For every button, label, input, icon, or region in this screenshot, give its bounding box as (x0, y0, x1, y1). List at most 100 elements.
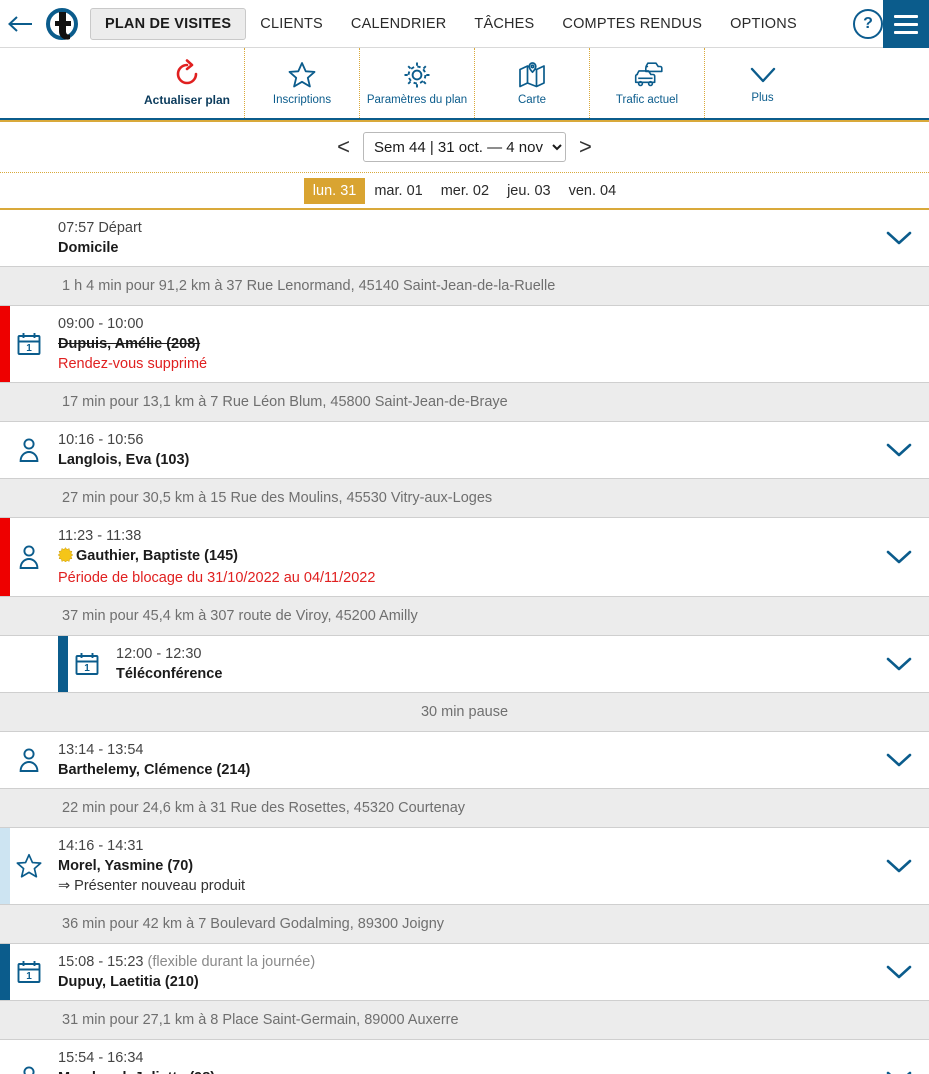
tab-clients[interactable]: CLIENTS (246, 9, 337, 39)
row-subtext: Rendez-vous supprimé (58, 356, 208, 372)
map-icon (517, 60, 547, 90)
day-tab-lun-31[interactable]: lun. 31 (303, 177, 366, 204)
time-note: (flexible durant la journée) (147, 954, 316, 970)
person-icon (0, 747, 58, 773)
status-bar (0, 518, 10, 596)
top-navigation-bar: PLAN DE VISITES CLIENTS CALENDRIER TÂCHE… (0, 0, 929, 48)
chevron-down-icon[interactable] (869, 230, 929, 246)
tab-plan-de-visites[interactable]: PLAN DE VISITES (90, 7, 247, 40)
row-time: 09:00 - 10:00 (58, 316, 144, 332)
row-content: 15:54 - 16:34Marchand, Juliette (98)Ouve… (58, 1040, 869, 1074)
row-content: 07:57 Départ Domicile (58, 210, 869, 266)
schedule-row[interactable]: 11:23 - 11:38 Gauthier, Baptiste (145) Pér… (0, 518, 929, 597)
day-tabs: lun. 31 mar. 01 mer. 02 jeu. 03 ven. 04 (0, 172, 929, 210)
schedule-row[interactable]: 1 12:00 - 12:30 Téléconférence (0, 636, 929, 693)
schedule-row[interactable]: 1 15:08 - 15:23 (flexible durant la journ… (0, 944, 929, 1001)
row-content: 14:16 - 14:31 Morel, Yasmine (70) ⇒ Présen… (58, 828, 869, 904)
day-tab-jeu-03[interactable]: jeu. 03 (498, 178, 560, 204)
toolbar-label: Trafic actuel (615, 94, 679, 106)
day-tab-mar-01[interactable]: mar. 01 (365, 178, 431, 204)
day-tab-ven-04[interactable]: ven. 04 (560, 178, 626, 204)
previous-week-button[interactable]: < (334, 136, 353, 158)
row-content: 11:23 - 11:38 Gauthier, Baptiste (145) Pér… (57, 518, 869, 596)
toolbar-trafic-actuel[interactable]: Trafic actuel (590, 48, 705, 118)
row-time: 13:14 - 13:54 (58, 742, 144, 758)
sun-icon (57, 547, 74, 568)
tab-calendrier[interactable]: CALENDRIER (337, 9, 460, 39)
chevron-down-icon[interactable] (869, 858, 929, 874)
toolbar-label: Paramètres du plan (366, 94, 468, 106)
schedule-row[interactable]: 14:16 - 14:31 Morel, Yasmine (70) ⇒ Présen… (0, 828, 929, 905)
toolbar-label: Inscriptions (272, 94, 332, 106)
schedule-row[interactable]: 13:14 - 13:54 Barthelemy, Clémence (214) (0, 732, 929, 789)
action-toolbar: Actualiser plan Inscriptions Paramètres … (0, 48, 929, 120)
row-title: Marchand, Juliette (98) (58, 1068, 869, 1074)
travel-leg-row: 37 min pour 45,4 km à 307 route de Viroy… (0, 597, 929, 636)
gear-icon (402, 60, 432, 90)
row-time: 14:16 - 14:31 (58, 838, 144, 854)
row-title: Domicile (58, 240, 119, 256)
travel-leg-row: 31 min pour 27,1 km à 8 Place Saint-Germ… (0, 1001, 929, 1040)
back-arrow-icon[interactable] (0, 14, 40, 34)
toolbar-inscriptions[interactable]: Inscriptions (245, 48, 360, 118)
row-title: Langlois, Eva (103) (58, 452, 190, 468)
row-content: 10:16 - 10:56 Langlois, Eva (103) (58, 422, 869, 478)
travel-leg-row: 1 h 4 min pour 91,2 km à 37 Rue Lenorman… (0, 267, 929, 306)
row-title: Barthelemy, Clémence (214) (58, 762, 251, 778)
chevron-down-icon[interactable] (869, 549, 929, 565)
status-bar (0, 828, 10, 904)
schedule-row[interactable]: 10:16 - 10:56 Langlois, Eva (103) (0, 422, 929, 479)
traffic-icon (630, 60, 664, 90)
schedule-row[interactable]: 15:54 - 16:34Marchand, Juliette (98)Ouve… (0, 1040, 929, 1074)
schedule-list: 07:57 Départ Domicile 1 h 4 min pour 91,2 … (0, 210, 929, 1074)
row-title: Dupuis, Amélie (208) (58, 336, 201, 352)
chevron-down-icon[interactable] (869, 1070, 929, 1074)
person-icon (0, 437, 58, 463)
toolbar-carte[interactable]: Carte (475, 48, 590, 118)
row-content: 13:14 - 13:54 Barthelemy, Clémence (214) (58, 732, 869, 788)
chevron-down-icon[interactable] (869, 752, 929, 768)
pause-row: 30 min pause (0, 693, 929, 732)
chevron-down-icon[interactable] (869, 964, 929, 980)
week-select[interactable]: Sem 44 | 31 oct. — 4 nov (363, 132, 566, 162)
row-content: 12:00 - 12:30 Téléconférence (116, 636, 869, 692)
toolbar-label: Actualiser plan (143, 93, 231, 107)
day-tab-mer-02[interactable]: mer. 02 (432, 178, 498, 204)
row-title: Dupuy, Laetitia (210) (58, 974, 199, 990)
row-title: Morel, Yasmine (70) (58, 858, 194, 874)
help-icon[interactable]: ? (853, 8, 883, 39)
row-time: 12:00 - 12:30 (116, 646, 202, 662)
tab-taches[interactable]: TÂCHES (460, 9, 548, 39)
toolbar-label: Carte (517, 94, 547, 106)
toolbar-plus[interactable]: Plus (705, 48, 820, 118)
chevron-down-icon[interactable] (869, 442, 929, 458)
row-time: 11:23 - 11:38 (58, 528, 142, 544)
row-time: 07:57 Départ (58, 220, 142, 236)
travel-leg-row: 17 min pour 13,1 km à 7 Rue Léon Blum, 4… (0, 383, 929, 422)
tab-options[interactable]: OPTIONS (716, 9, 811, 39)
schedule-row[interactable]: 1 09:00 - 10:00 Dupuis, Amélie (208) Rendez… (0, 306, 929, 383)
week-selector-bar: < Sem 44 | 31 oct. — 4 nov > (0, 120, 929, 172)
status-bar (0, 944, 10, 1000)
row-content: 15:08 - 15:23 (flexible durant la journé… (58, 944, 869, 1000)
row-time: 15:54 - 16:34 (58, 1050, 144, 1066)
chevron-down-icon[interactable] (869, 656, 929, 672)
row-subtext: ⇒ Présenter nouveau produit (58, 878, 246, 894)
row-time: 15:08 - 15:23 (flexible durant la journé… (58, 954, 316, 970)
toolbar-label: Plus (751, 92, 774, 104)
row-title: Gauthier, Baptiste (145) (57, 546, 869, 568)
svg-text:1: 1 (26, 971, 32, 982)
chevron-down-icon (747, 62, 779, 88)
toolbar-parametres-du-plan[interactable]: Paramètres du plan (360, 48, 475, 118)
t-logo[interactable] (40, 7, 84, 41)
schedule-row[interactable]: 07:57 Départ Domicile (0, 210, 929, 267)
hamburger-menu-icon[interactable] (883, 0, 929, 48)
status-bar (0, 306, 10, 382)
tab-comptes-rendus[interactable]: COMPTES RENDUS (548, 9, 716, 39)
row-content: 09:00 - 10:00 Dupuis, Amélie (208) Rendez-… (58, 306, 869, 382)
travel-leg-row: 27 min pour 30,5 km à 15 Rue des Moulins… (0, 479, 929, 518)
star-icon (287, 60, 317, 90)
travel-leg-row: 22 min pour 24,6 km à 31 Rue des Rosette… (0, 789, 929, 828)
toolbar-actualiser-plan[interactable]: Actualiser plan (130, 48, 245, 118)
next-week-button[interactable]: > (576, 136, 595, 158)
